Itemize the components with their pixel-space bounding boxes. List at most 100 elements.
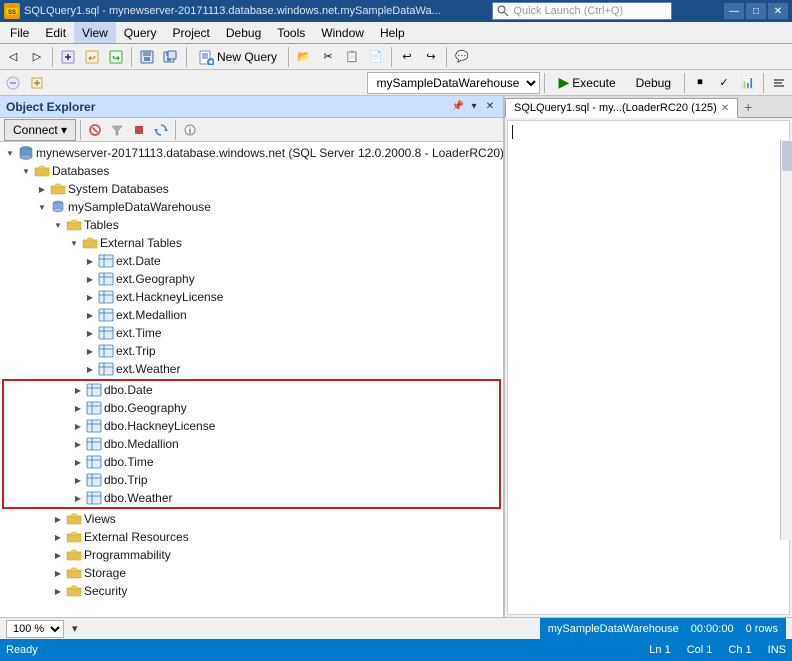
minimize-button[interactable]: — (724, 3, 744, 19)
menu-project[interactable]: Project (165, 22, 218, 43)
expander-dbo-hackneylicense[interactable]: ▶ (70, 418, 86, 434)
tree-item-dbo-trip[interactable]: ▶ dbo.Trip (4, 471, 499, 489)
tree-item-databases[interactable]: ▼ Databases (0, 162, 503, 180)
cut-button[interactable]: ✂ (317, 46, 339, 68)
tree-item-ext-resources[interactable]: ▶ External Resources (0, 528, 503, 546)
toolbar-btn-1[interactable] (57, 46, 79, 68)
tree-item-storage[interactable]: ▶ Storage (0, 564, 503, 582)
expander-dbo-weather[interactable]: ▶ (70, 490, 86, 506)
results-button[interactable]: 📊 (737, 72, 759, 94)
maximize-button[interactable]: □ (746, 3, 766, 19)
object-explorer-tree[interactable]: ▼ mynewserver-20171113.database.windows.… (0, 142, 503, 617)
tree-item-ext-geography[interactable]: ▶ ext.Geography (0, 270, 503, 288)
panel-dropdown-button[interactable]: ▾ (467, 100, 481, 114)
oe-summary-button[interactable]: i (180, 120, 200, 140)
expander-dbo-time[interactable]: ▶ (70, 454, 86, 470)
menu-help[interactable]: Help (372, 22, 413, 43)
expander-ext-trip[interactable]: ▶ (82, 343, 98, 359)
paste-button[interactable]: 📄 (365, 46, 387, 68)
expander-dbo-trip[interactable]: ▶ (70, 472, 86, 488)
expander-ext-weather[interactable]: ▶ (82, 361, 98, 377)
expander-storage[interactable]: ▶ (50, 565, 66, 581)
expander-ext-medallion[interactable]: ▶ (82, 307, 98, 323)
expander-system-dbs[interactable]: ▶ (34, 181, 50, 197)
toolbar-btn-3[interactable]: ↪ (105, 46, 127, 68)
tab-close-1[interactable]: ✕ (721, 103, 729, 114)
open-button[interactable]: 📂 (293, 46, 315, 68)
tree-item-dbo-geography[interactable]: ▶ dbo.Geography (4, 399, 499, 417)
tab-add-button[interactable]: + (738, 97, 758, 117)
expander-tables[interactable]: ▼ (50, 217, 66, 233)
menu-edit[interactable]: Edit (37, 22, 74, 43)
menu-debug[interactable]: Debug (218, 22, 269, 43)
stop-button[interactable]: ⏹ (689, 72, 711, 94)
tree-item-programmability[interactable]: ▶ Programmability (0, 546, 503, 564)
oe-filter-button[interactable] (107, 120, 127, 140)
expander-ext-hackneylicense[interactable]: ▶ (82, 289, 98, 305)
zoom-dropdown[interactable]: 100 % (6, 620, 64, 638)
oe-disconnect-button[interactable] (85, 120, 105, 140)
expander-security[interactable]: ▶ (50, 583, 66, 599)
expander-programmability[interactable]: ▶ (50, 547, 66, 563)
oe-stop-button[interactable] (129, 120, 149, 140)
expander-ext-time[interactable]: ▶ (82, 325, 98, 341)
redo-button[interactable]: ↪ (420, 46, 442, 68)
new-query-button[interactable]: New Query (191, 46, 284, 68)
undo-button[interactable]: ↩ (396, 46, 418, 68)
expander-dbo-geography[interactable]: ▶ (70, 400, 86, 416)
tree-item-dbo-time[interactable]: ▶ dbo.Time (4, 453, 499, 471)
panel-pin-button[interactable]: 📌 (451, 100, 465, 114)
query-editor[interactable] (507, 120, 790, 615)
toolbar-btn-2[interactable]: ↩ (81, 46, 103, 68)
menu-view[interactable]: View (74, 22, 116, 43)
expander-ext-resources[interactable]: ▶ (50, 529, 66, 545)
vertical-scrollbar[interactable] (780, 140, 792, 540)
tree-item-ext-trip[interactable]: ▶ ext.Trip (0, 342, 503, 360)
debug-label-button[interactable]: Debug (627, 72, 680, 94)
tree-item-ext-medallion[interactable]: ▶ ext.Medallion (0, 306, 503, 324)
comment-button[interactable]: 💬 (451, 46, 473, 68)
tree-item-mysampledw[interactable]: ▼ mySampleDataWarehouse (0, 198, 503, 216)
forward-button[interactable]: ▷ (26, 46, 48, 68)
back-button[interactable]: ◁ (2, 46, 24, 68)
database-dropdown[interactable]: mySampleDataWarehouse (367, 72, 540, 94)
panel-close-button[interactable]: ✕ (483, 100, 497, 114)
tree-item-security[interactable]: ▶ Security (0, 582, 503, 600)
expander-dbo-medallion[interactable]: ▶ (70, 436, 86, 452)
parse-button[interactable]: ✓ (713, 72, 735, 94)
tree-item-ext-date[interactable]: ▶ ext.Date (0, 252, 503, 270)
expander-mysampledw[interactable]: ▼ (34, 199, 50, 215)
tree-item-dbo-weather[interactable]: ▶ dbo.Weather (4, 489, 499, 507)
copy-button[interactable]: 📋 (341, 46, 363, 68)
tree-item-dbo-hackneylicense[interactable]: ▶ dbo.HackneyLicense (4, 417, 499, 435)
expander-ext-date[interactable]: ▶ (82, 253, 98, 269)
execute-button[interactable]: ▶ Execute (549, 72, 624, 94)
format-button[interactable] (768, 72, 790, 94)
expander-ext-tables[interactable]: ▼ (66, 235, 82, 251)
oe-refresh-button[interactable] (151, 120, 171, 140)
expander-server[interactable]: ▼ (2, 145, 18, 161)
tree-item-system-dbs[interactable]: ▶ System Databases (0, 180, 503, 198)
tree-item-ext-time[interactable]: ▶ ext.Time (0, 324, 503, 342)
tree-item-ext-hackneylicense[interactable]: ▶ ext.HackneyLicense (0, 288, 503, 306)
connect-button[interactable]: Connect ▾ (4, 119, 76, 141)
tree-item-dbo-medallion[interactable]: ▶ dbo.Medallion (4, 435, 499, 453)
scrollbar-thumb[interactable] (782, 141, 792, 171)
close-button[interactable]: ✕ (768, 3, 788, 19)
tree-item-tables[interactable]: ▼ Tables (0, 216, 503, 234)
expander-databases[interactable]: ▼ (18, 163, 34, 179)
tree-item-server[interactable]: ▼ mynewserver-20171113.database.windows.… (0, 144, 503, 162)
menu-query[interactable]: Query (116, 22, 165, 43)
expander-dbo-date[interactable]: ▶ (70, 382, 86, 398)
query-tab-1[interactable]: SQLQuery1.sql - my...(LoaderRC20 (125) ✕ (505, 98, 738, 118)
tree-item-ext-weather[interactable]: ▶ ext.Weather (0, 360, 503, 378)
tree-item-views[interactable]: ▶ Views (0, 510, 503, 528)
save-all-button[interactable] (160, 46, 182, 68)
toolbar2-btn2[interactable] (26, 72, 48, 94)
expander-ext-geography[interactable]: ▶ (82, 271, 98, 287)
expander-views[interactable]: ▶ (50, 511, 66, 527)
tree-item-ext-tables[interactable]: ▼ External Tables (0, 234, 503, 252)
tree-item-dbo-date[interactable]: ▶ dbo.Date (4, 381, 499, 399)
menu-window[interactable]: Window (313, 22, 372, 43)
menu-tools[interactable]: Tools (269, 22, 313, 43)
